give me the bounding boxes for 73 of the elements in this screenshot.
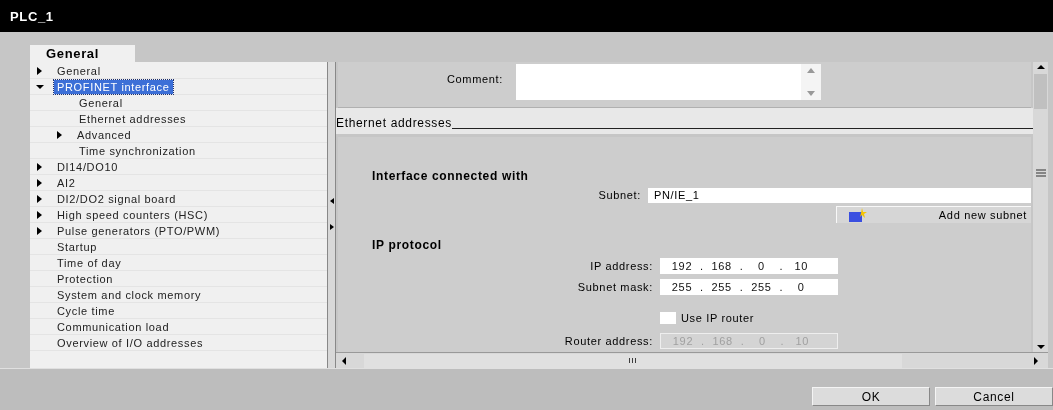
separator: . [779, 279, 784, 295]
separator: . [700, 258, 704, 274]
octet: 168 [710, 258, 733, 274]
tree-item[interactable]: General [76, 95, 126, 110]
scroll-left-icon[interactable] [340, 356, 348, 365]
separator: . [700, 279, 704, 295]
tree-item[interactable]: Pulse generators (PTO/PWM) [54, 223, 224, 238]
octet: 0 [757, 258, 766, 274]
window-title: PLC_1 [10, 7, 54, 26]
scroll-thumb[interactable] [1034, 74, 1047, 109]
group-heading: Interface connected with [371, 168, 530, 183]
separator: . [739, 279, 744, 295]
field-label: Comment: [446, 72, 504, 87]
tree-item[interactable]: DI14/DO10 [54, 159, 121, 174]
new-network-icon [849, 208, 867, 222]
tree-item[interactable]: AI2 [54, 175, 79, 190]
expanded-arrow-icon[interactable] [36, 82, 44, 91]
separator: . [779, 258, 784, 274]
tree-item[interactable]: General [54, 63, 104, 78]
grip-icon[interactable] [1035, 169, 1046, 177]
field-label: Router address: [563, 333, 654, 349]
octet: 255 [750, 279, 773, 295]
tree-item[interactable]: DI2/DO2 signal board [54, 191, 179, 206]
field-label: Subnet mask: [576, 279, 654, 295]
checkbox[interactable] [660, 312, 676, 324]
field-label: Subnet: [597, 187, 642, 203]
scroll-right-icon[interactable] [1032, 356, 1040, 365]
tree-item[interactable]: Time of day [54, 255, 125, 270]
tree-item[interactable]: Protection [54, 271, 117, 286]
collapse-right-icon[interactable] [329, 224, 334, 230]
group-heading: IP protocol [371, 237, 443, 252]
tree-item[interactable]: Startup [54, 239, 101, 254]
dialog-button[interactable]: OK [812, 387, 930, 406]
scroll-up-icon[interactable] [1035, 62, 1046, 72]
dialog-button[interactable]: Cancel [935, 387, 1053, 406]
tree-item[interactable]: Ethernet addresses [76, 111, 190, 126]
collapsed-arrow-icon[interactable] [36, 210, 44, 219]
tree-item[interactable]: Time synchronization [76, 143, 199, 158]
tree-item[interactable]: Overview of I/O addresses [54, 335, 207, 350]
collapsed-arrow-icon[interactable] [36, 162, 44, 171]
separator: . [780, 333, 785, 349]
tree-item[interactable]: System and clock memory [54, 287, 205, 302]
octet: 255 [710, 279, 733, 295]
ip-address-field[interactable]: 255 . 255 . 255 . 0 [660, 279, 838, 295]
octet: 0 [796, 279, 806, 295]
comment-field[interactable] [516, 64, 821, 100]
tab[interactable]: General [30, 45, 135, 62]
tree-item[interactable]: Communication load [54, 319, 173, 334]
collapsed-arrow-icon[interactable] [36, 66, 44, 75]
octet: 192 [670, 258, 694, 274]
collapsed-arrow-icon[interactable] [36, 178, 44, 187]
tree-item[interactable]: PROFINET interface [54, 79, 173, 94]
subnet-field[interactable]: PN/IE_1 [648, 187, 1031, 203]
scroll-thumb[interactable]: III [364, 353, 902, 368]
separator: . [739, 258, 744, 274]
collapse-left-icon[interactable] [329, 198, 334, 204]
tree-item[interactable]: High speed counters (HSC) [54, 207, 211, 222]
checkbox-label: Use IP router [681, 310, 755, 326]
horizontal-scrollbar[interactable]: III [336, 352, 1048, 368]
section-title: Ethernet addresses [336, 115, 452, 132]
add-subnet-button[interactable]: Add new subnet [836, 206, 1031, 223]
field-label: IP address: [589, 258, 654, 274]
separator: . [740, 333, 745, 349]
ip-address-field[interactable]: 192 . 168 . 0 . 10 [660, 258, 838, 274]
octet: 255 [670, 279, 694, 295]
vertical-scrollbar[interactable] [1033, 62, 1048, 352]
collapsed-arrow-icon[interactable] [56, 130, 64, 139]
separator: . [701, 333, 705, 349]
tree-item[interactable]: Cycle time [54, 303, 118, 318]
tree-item[interactable]: Advanced [74, 127, 135, 142]
collapsed-arrow-icon[interactable] [36, 226, 44, 235]
octet: 10 [793, 258, 809, 274]
collapsed-arrow-icon[interactable] [36, 194, 44, 203]
